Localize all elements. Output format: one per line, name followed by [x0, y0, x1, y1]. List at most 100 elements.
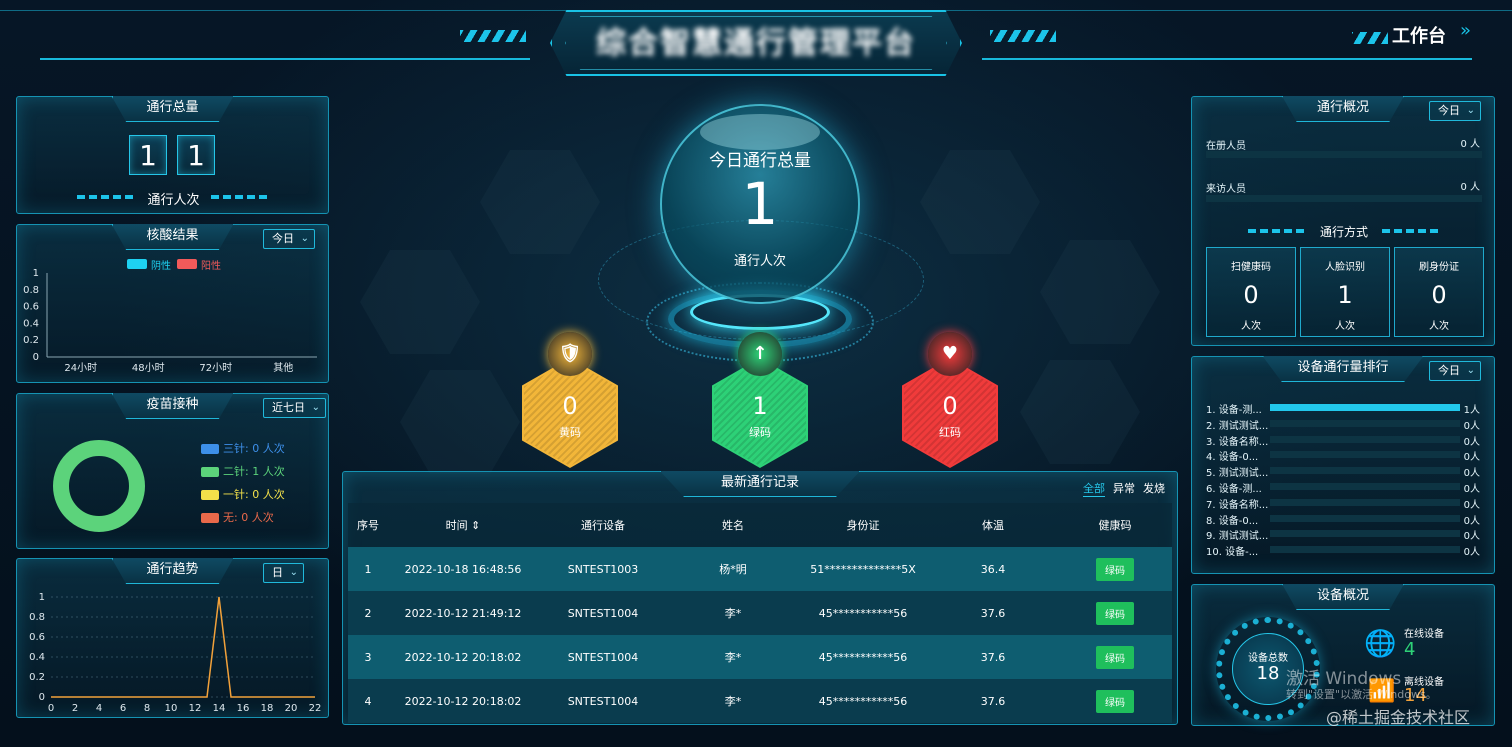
- cell-time: 2022-10-12 20:18:02: [388, 635, 538, 679]
- arrow-up-icon: ↑: [738, 332, 782, 376]
- health-code-button[interactable]: 绿码: [1096, 689, 1134, 713]
- mode-card: 扫健康码 0 人次: [1206, 247, 1296, 337]
- trend-panel: 通行趋势 日 ⌄ 1 0.8 0.6 0.4 0.2 0 0 2 4 6 8 10 12 14 16 18 20…: [16, 558, 329, 718]
- table-row[interactable]: 3 2022-10-12 20:18:02 SNTEST1004 李* 45******…: [348, 635, 1172, 679]
- rank-bar-track: [1270, 530, 1460, 538]
- health-code-button[interactable]: 绿码: [1096, 601, 1134, 625]
- rank-label: 9. 测试测试...: [1206, 531, 1269, 543]
- cell-health-code: 绿码: [1058, 591, 1172, 635]
- panel-title: 核酸结果: [111, 224, 234, 250]
- column-header-sortable[interactable]: 时间 ⇕: [388, 503, 538, 547]
- panel-title: 通行概况: [1281, 96, 1405, 122]
- ranking-panel: 设备通行量排行 今日 ⌄ 1. 设备-测... 1人 2. 测试测试... 0人 3. …: [1191, 356, 1495, 574]
- rank-bar-track: [1270, 419, 1460, 427]
- y-tick-label: 1: [39, 592, 45, 603]
- record-filter-tabs: 全部 异常 发烧: [1083, 480, 1165, 497]
- cell-device: SNTEST1004: [538, 635, 668, 679]
- rank-value: 0人: [1463, 468, 1480, 480]
- x-tick-label: 10: [165, 703, 178, 714]
- y-tick-label: 1: [33, 268, 39, 279]
- overview-range-dropdown[interactable]: 今日 ⌄: [1429, 101, 1481, 121]
- cell-no: 2: [348, 591, 388, 635]
- health-code-button[interactable]: 绿码: [1096, 557, 1134, 581]
- legend-label: 二针: 1 人次: [223, 465, 285, 478]
- rank-label: 8. 设备-0...: [1206, 515, 1259, 527]
- trend-range-dropdown[interactable]: 日 ⌄: [263, 563, 304, 583]
- rank-label: 3. 设备名称...: [1206, 436, 1269, 448]
- nucleic-range-dropdown[interactable]: 今日 ⌄: [263, 229, 315, 249]
- legend-label: 三针: 0 人次: [223, 442, 285, 455]
- globe-icon: 🌐: [1364, 629, 1397, 659]
- cell-no: 1: [348, 547, 388, 591]
- health-code-count: 1: [752, 392, 768, 420]
- table-row[interactable]: 2 2022-10-12 21:49:12 SNTEST1004 李* 45******…: [348, 591, 1172, 635]
- rank-bar-track: [1270, 498, 1460, 506]
- panel-title: 疫苗接种: [111, 393, 234, 419]
- health-code-label: 黄码: [559, 426, 581, 439]
- rank-value: 0人: [1463, 436, 1480, 448]
- y-tick-label: 0.4: [29, 652, 45, 663]
- table-row[interactable]: 1 2022-10-18 16:48:56 SNTEST1003 杨*明 51*****…: [348, 547, 1172, 591]
- records-table: 序号 时间 ⇕ 通行设备 姓名 身份证 体温 健康码 1 2022-10-18 1…: [348, 503, 1172, 723]
- cell-id: 45***********56: [798, 635, 928, 679]
- y-tick-label: 0: [39, 692, 45, 703]
- x-tick-label: 20: [285, 703, 298, 714]
- page-title: 综合智慧通行管理平台: [596, 26, 916, 61]
- y-tick-label: 0.8: [23, 285, 39, 296]
- legend-item: 二针: 1 人次: [201, 463, 285, 479]
- tab-all[interactable]: 全部: [1083, 480, 1105, 497]
- rank-value: 0人: [1463, 452, 1480, 464]
- legend-label: 无: 0 人次: [223, 511, 274, 524]
- rank-value: 0人: [1463, 515, 1480, 527]
- nucleic-chart: 1 0.8 0.6 0.4 0.2 0 24小时 48小时 72小时 其他: [23, 268, 317, 374]
- workbench-link[interactable]: 工作台: [1392, 22, 1446, 48]
- y-tick-label: 0.6: [23, 302, 39, 313]
- rank-value: 0人: [1463, 484, 1480, 495]
- table-header-row: 序号 时间 ⇕ 通行设备 姓名 身份证 体温 健康码: [348, 503, 1172, 547]
- cell-no: 3: [348, 635, 388, 679]
- donut-slice-two-doses: [53, 440, 145, 532]
- visitor-value: 0 人: [1460, 182, 1480, 193]
- vaccine-range-dropdown[interactable]: 近七日 ⌄: [263, 398, 326, 418]
- ranking-range-dropdown[interactable]: 今日 ⌄: [1429, 361, 1481, 381]
- health-code-label: 绿码: [749, 426, 771, 439]
- rank-bar-track: [1270, 451, 1460, 459]
- x-tick-label: 14: [213, 703, 226, 714]
- sort-icon[interactable]: ⇕: [471, 519, 480, 532]
- dropdown-value: 日: [272, 566, 283, 579]
- online-value: 4: [1404, 639, 1416, 660]
- registered-label: 在册人员: [1206, 141, 1246, 152]
- tab-fever[interactable]: 发烧: [1143, 480, 1165, 497]
- rank-value: 0人: [1463, 499, 1480, 511]
- today-total-title: 今日通行总量: [709, 151, 811, 171]
- cell-id: 45***********56: [798, 591, 928, 635]
- rank-bar-track: [1270, 546, 1460, 554]
- chevron-down-icon: ⌄: [1466, 365, 1475, 376]
- trend-chart: 1 0.8 0.6 0.4 0.2 00 2 4 6 8 10 12 14 16 18 20 22: [29, 592, 321, 714]
- legend-swatch: [201, 490, 219, 500]
- x-tick-label: 0: [48, 703, 54, 714]
- traffic-total-caption: 通行人次: [147, 193, 200, 208]
- table-row[interactable]: 4 2022-10-12 20:18:02 SNTEST1004 李* 45******…: [348, 679, 1172, 723]
- health-code-button[interactable]: 绿码: [1096, 645, 1134, 669]
- overview-panel: 通行概况 今日 ⌄ 在册人员 0 人 来访人员 0 人 通行方式 扫健康码 0 人次…: [1191, 96, 1495, 346]
- cell-name: 杨*明: [668, 547, 798, 591]
- x-tick-label: 12: [189, 703, 202, 714]
- mode-value: 1: [1337, 281, 1353, 309]
- column-header: 体温: [928, 503, 1058, 547]
- header: 综合智慧通行管理平台 工作台 »: [0, 0, 1512, 82]
- registered-bar: [1206, 151, 1482, 158]
- header-stripe: [990, 30, 1056, 42]
- y-tick-label: 0: [33, 352, 39, 363]
- x-tick-label: 其他: [273, 361, 293, 374]
- chevron-down-icon: ⌄: [289, 567, 298, 578]
- rank-value: 1人: [1463, 405, 1480, 416]
- y-tick-label: 0.4: [23, 318, 39, 329]
- double-chevron-right-icon[interactable]: »: [1460, 20, 1471, 41]
- tab-abnormal[interactable]: 异常: [1113, 480, 1135, 497]
- cell-health-code: 绿码: [1058, 635, 1172, 679]
- vaccine-panel: 疫苗接种 近七日 ⌄ 三针: 0 人次 二针: 1 人次 一针: 0 人次 无: 0 …: [16, 393, 329, 549]
- x-tick-label: 2: [72, 703, 78, 714]
- vaccine-donut: [53, 440, 145, 532]
- chevron-down-icon: ⌄: [311, 402, 320, 413]
